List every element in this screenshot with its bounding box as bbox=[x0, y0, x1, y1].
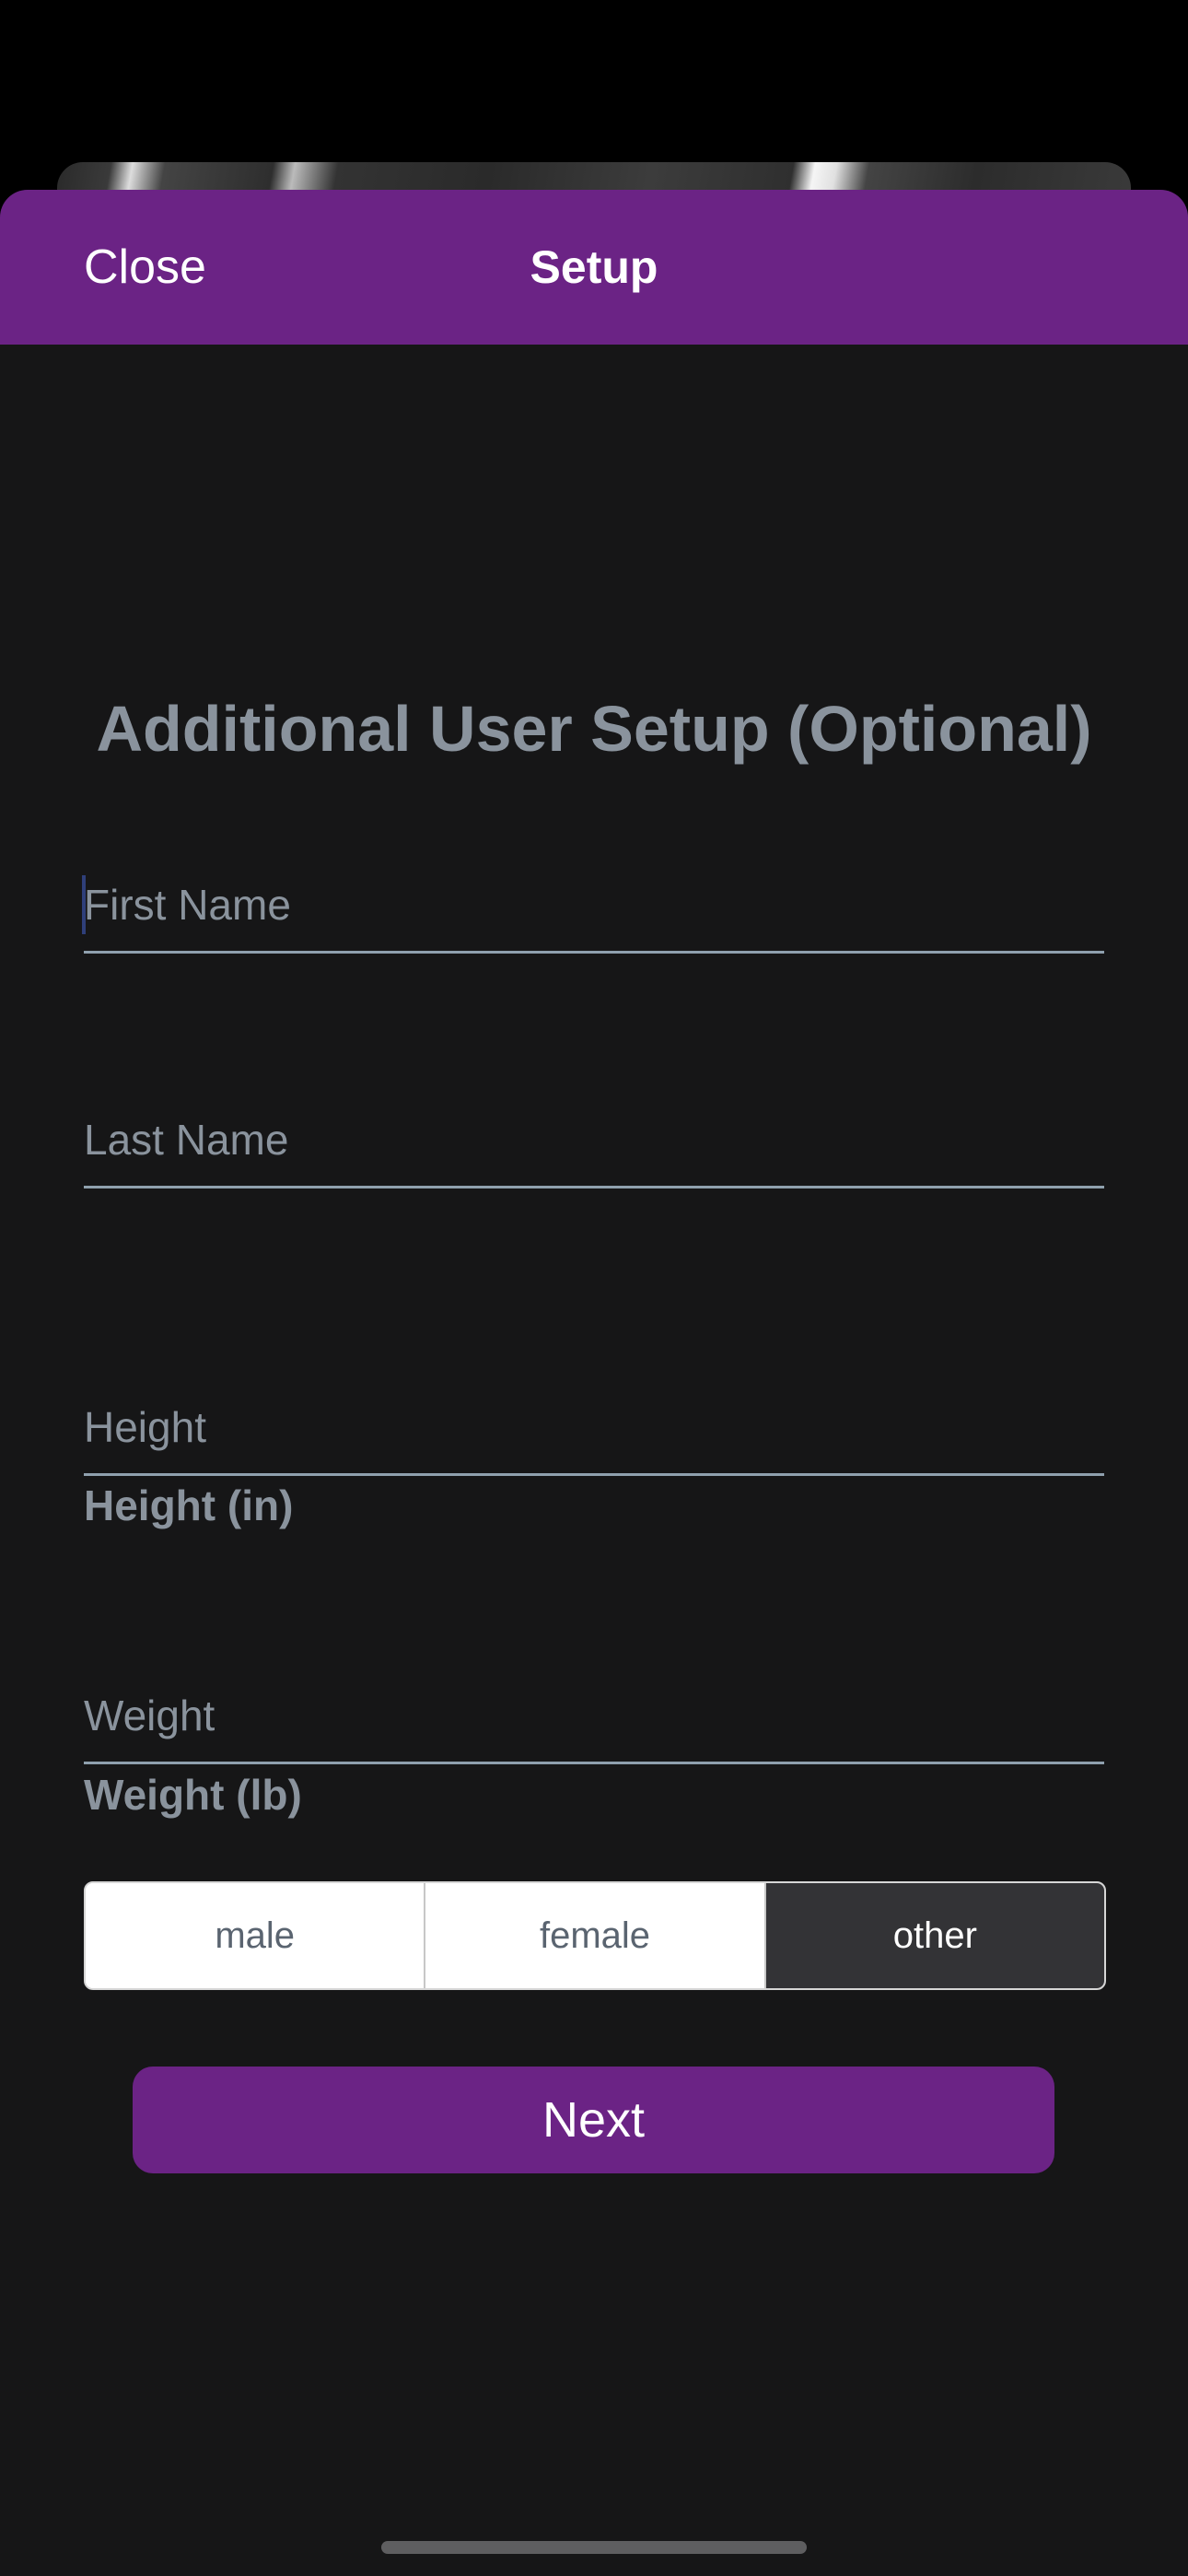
first-name-input[interactable] bbox=[84, 859, 1104, 951]
gender-option-male[interactable]: male bbox=[86, 1883, 426, 1988]
next-button[interactable]: Next bbox=[133, 2067, 1054, 2173]
text-cursor bbox=[82, 875, 86, 934]
home-indicator bbox=[381, 2541, 807, 2554]
page-title: Additional User Setup (Optional) bbox=[96, 693, 1092, 765]
height-input[interactable] bbox=[84, 1381, 1104, 1473]
gender-option-other[interactable]: other bbox=[765, 1883, 1104, 1988]
weight-label: Weight (lb) bbox=[84, 1771, 302, 1819]
gender-option-female[interactable]: female bbox=[425, 1883, 766, 1988]
nav-title: Setup bbox=[530, 241, 658, 293]
weight-input[interactable] bbox=[84, 1669, 1104, 1762]
first-name-field[interactable] bbox=[82, 859, 1104, 954]
nav-bar: Close Setup bbox=[0, 190, 1188, 345]
height-field[interactable] bbox=[84, 1381, 1104, 1476]
last-name-field[interactable] bbox=[84, 1094, 1104, 1188]
last-name-input[interactable] bbox=[84, 1094, 1104, 1186]
setup-sheet: Close Setup Additional User Setup (Optio… bbox=[0, 190, 1188, 2576]
screen: Close Setup Additional User Setup (Optio… bbox=[0, 0, 1188, 2576]
weight-field[interactable] bbox=[84, 1669, 1104, 1764]
height-label: Height (in) bbox=[84, 1481, 294, 1529]
gender-segmented-control: male female other bbox=[84, 1881, 1106, 1990]
